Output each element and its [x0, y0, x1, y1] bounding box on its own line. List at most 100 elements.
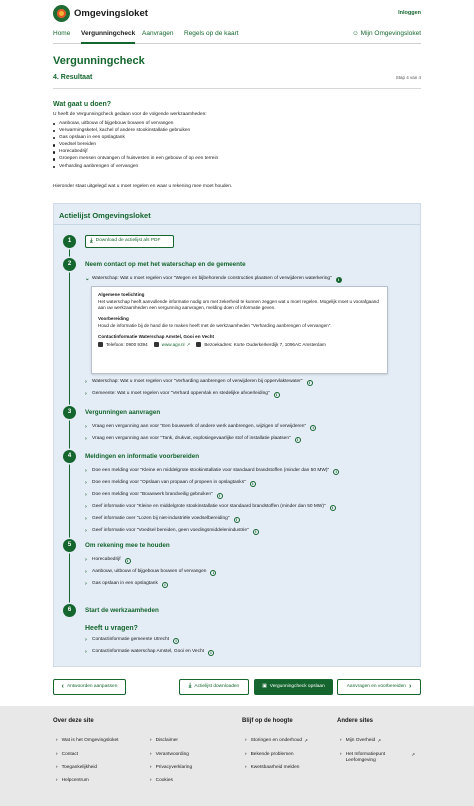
step-title-5: Om rekening mee te houden	[85, 542, 170, 549]
download-list-button[interactable]: Actielijst downloaden	[179, 679, 249, 695]
download-list-label: Actielijst downloaden	[194, 683, 240, 689]
accordion-item[interactable]: › Geef informatie over "Lozen bij niet-i…	[85, 516, 240, 523]
footer-link[interactable]: Cookies	[150, 778, 173, 784]
omgevingsloket-logo-icon[interactable]	[53, 5, 70, 22]
download-pdf-label: Download de actielijst als PDF	[95, 238, 161, 244]
accordion-item[interactable]: › Horecabedrijf i	[85, 557, 131, 564]
box-text: Houd de informatie bij de hand die te ma…	[98, 322, 332, 328]
footer-link[interactable]: Verantwoording	[150, 752, 189, 758]
info-icon[interactable]: i	[294, 436, 301, 443]
info-icon[interactable]: i	[252, 528, 259, 535]
chevron-right-icon: ›	[85, 378, 87, 385]
accordion-item[interactable]: › Doe een melding voor "Kleine en middel…	[85, 468, 340, 475]
step-indicator: Stap 4 van 4	[395, 75, 421, 80]
chevron-right-icon: ›	[85, 515, 87, 522]
panel-title: Actielijst Omgevingsloket	[59, 211, 151, 220]
intro-text: U heeft de Vergunningcheck gedaan voor d…	[53, 112, 207, 117]
website-item[interactable]: www.agv.nl	[153, 342, 191, 348]
accordion-item[interactable]: › Vraag een vergunning aan voor "Een bou…	[85, 424, 317, 431]
step-title-2: Neem contact op met het waterschap en de…	[85, 261, 246, 268]
step-number-5: 5	[63, 539, 76, 552]
nav-home[interactable]: Home	[53, 30, 70, 38]
chevron-right-icon: ›	[85, 556, 87, 563]
accordion-item-open[interactable]: ⌄ Waterschap: Wat u moet regelen voor "W…	[85, 276, 342, 283]
accordion-item[interactable]: › Gas opslaan in een opslagtank i	[85, 581, 168, 588]
step-number-6: 6	[63, 604, 76, 617]
footer-link[interactable]: Privacyverklaring	[150, 765, 193, 771]
footer-link[interactable]: Kwetsbaarheid melden	[245, 765, 300, 771]
nav-aanvragen[interactable]: Aanvragen	[142, 30, 173, 38]
box-text: Het waterschap heeft aanvullende informa…	[98, 298, 379, 310]
info-icon[interactable]: i	[233, 516, 240, 523]
chevron-right-icon: ›	[85, 648, 87, 655]
info-icon[interactable]: i	[249, 480, 256, 487]
page-title: Vergunningcheck	[53, 55, 145, 67]
info-icon[interactable]: i	[335, 276, 342, 283]
footer-link[interactable]: Storingen en onderhoud	[245, 738, 308, 744]
nav-vergunningcheck[interactable]: Vergunningcheck	[81, 30, 136, 45]
info-icon[interactable]: i	[273, 391, 280, 398]
next-button-label: Aanvragen en voorbereiden	[346, 683, 406, 689]
save-check-label: Vergunningcheck opslaan	[269, 683, 325, 689]
footer-link[interactable]: Contact	[56, 752, 79, 758]
nav-regels-op-de-kaart[interactable]: Regels op de kaart	[184, 30, 239, 38]
accordion-item[interactable]: › Gemeente: Wat u moet regelen voor "Ver…	[85, 391, 280, 398]
accordion-label: Gemeente: Wat u moet regelen voor "Verha…	[92, 391, 270, 397]
accordion-item[interactable]: › Doe een melding voor "Bouwwerk brandve…	[85, 492, 223, 499]
info-icon[interactable]: i	[207, 649, 214, 656]
download-pdf-button[interactable]: Download de actielijst als PDF	[85, 235, 174, 248]
accordion-item[interactable]: › Contactinformatie gemeente Utrecht i	[85, 637, 180, 644]
accordion-item[interactable]: › Geef informatie voor "Kleine en middel…	[85, 504, 336, 511]
next-button[interactable]: Aanvragen en voorbereiden	[337, 679, 421, 695]
accordion-item[interactable]: › Doe een melding voor "Opslaan van prop…	[85, 480, 256, 487]
actielijst-panel: Actielijst Omgevingsloket 1 Download de …	[53, 203, 421, 667]
info-icon[interactable]: i	[210, 569, 217, 576]
footer-link[interactable]: Helpcentrum	[56, 778, 89, 784]
accordion-item[interactable]: › Vraag een vergunning aan voor "Tank, d…	[85, 436, 301, 443]
footer-link[interactable]: Bekende problemen	[245, 752, 294, 758]
box-heading: Contactinformatie Waterschap Amstel, Goo…	[98, 333, 215, 339]
contact-row: Telefoon: 0900 9394 www.agv.nl Bezoekadr…	[98, 342, 381, 348]
accordion-label: Geef informatie over "Lozen bij niet-ind…	[92, 516, 230, 522]
accordion-item[interactable]: › Waterschap: Wat u moet regelen voor "V…	[85, 379, 313, 386]
page-subtitle: 4. Resultaat	[53, 74, 93, 81]
accordion-label: Vraag een vergunning aan voor "Een bouww…	[92, 424, 307, 430]
footer-link[interactable]: Toegankelijkheid	[56, 765, 97, 771]
info-icon[interactable]: i	[333, 468, 340, 475]
footer-link[interactable]: Het Informatiepunt Leefomgeving	[340, 752, 415, 764]
info-icon[interactable]: i	[124, 557, 131, 564]
footer-link[interactable]: Disclaimer	[150, 738, 178, 744]
accordion-label: Gas opslaan in een opslagtank	[92, 581, 158, 587]
footer-link[interactable]: Mijn Overheid	[340, 738, 381, 744]
info-icon[interactable]: i	[173, 637, 180, 644]
accordion-item[interactable]: › Aanbouw, uitbouw of bijgebouw bouwen o…	[85, 569, 217, 576]
box-heading: Algemene toelichting	[98, 292, 145, 297]
login-link[interactable]: Inloggen	[398, 10, 421, 17]
accordion-label: Contactinformatie waterschap Amstel, Goo…	[92, 649, 204, 655]
info-icon[interactable]: i	[161, 581, 168, 588]
info-icon[interactable]: i	[306, 379, 313, 386]
footer-link[interactable]: Wat is het Omgevingsloket	[56, 738, 119, 744]
footer-heading: Blijf op de hoogte	[242, 718, 293, 724]
accordion-label: Vraag een vergunning aan voor "Tank, dru…	[92, 436, 291, 442]
accordion-item[interactable]: › Geef informatie voor "Voedsel bereiden…	[85, 528, 259, 535]
info-icon[interactable]: i	[310, 424, 317, 431]
phone-item: Telefoon: 0900 9394	[98, 342, 148, 348]
back-button[interactable]: Antwoorden aanpassen	[53, 679, 126, 695]
step-number-4: 4	[63, 450, 76, 463]
box-heading: Voorbereiding	[98, 315, 129, 321]
save-check-button[interactable]: Vergunningcheck opslaan	[254, 679, 333, 695]
accordion-item[interactable]: › Contactinformatie waterschap Amstel, G…	[85, 649, 214, 656]
step-number-3: 3	[63, 406, 76, 419]
nav-mijn-omgevingsloket[interactable]: Mijn Omgevingsloket	[352, 30, 421, 38]
chevron-down-icon: ⌄	[85, 275, 90, 282]
footer-heading: Over deze site	[53, 718, 94, 724]
info-icon[interactable]: i	[329, 504, 336, 511]
address-text: Bezoekadres: Korte Ouderkerkerdijk 7, 10…	[204, 341, 326, 347]
accordion-label: Doe een melding voor "Opslaan van propaa…	[92, 480, 246, 486]
info-icon[interactable]: i	[216, 492, 223, 499]
brand-name[interactable]: Omgevingsloket	[74, 8, 148, 20]
website-link[interactable]: www.agv.nl	[162, 342, 191, 348]
phone-icon	[98, 342, 103, 348]
accordion-label: Doe een melding voor "Bouwwerk brandveil…	[92, 492, 213, 498]
